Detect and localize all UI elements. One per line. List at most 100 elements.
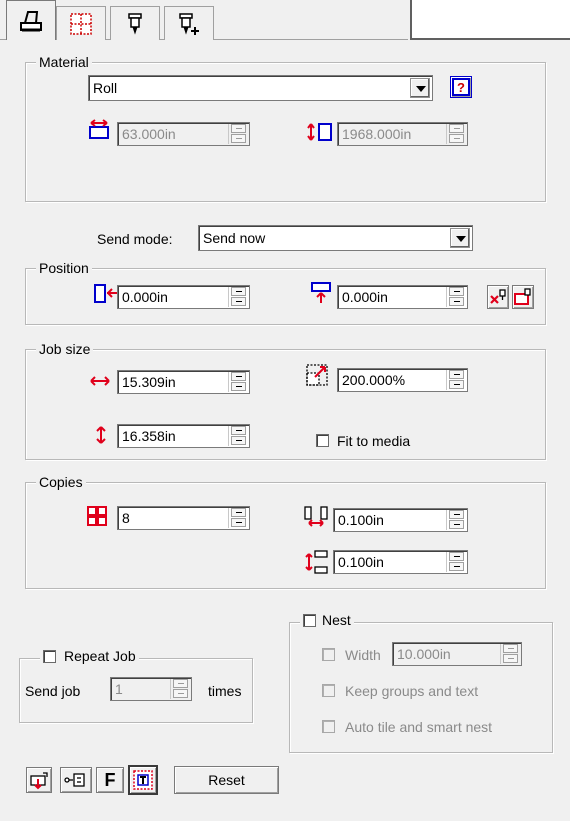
scale-value: 200.000% [342,372,406,388]
horizontal-spacing-value: 0.100in [338,512,384,528]
scale-icon [306,364,328,386]
position-x-stepper[interactable] [228,287,248,307]
send-to-cutter-button[interactable] [26,767,52,793]
media-length-value: 1968.000in [342,126,412,142]
vertical-spacing-value: 0.100in [338,554,384,570]
repeat-times-stepper [170,679,190,699]
svg-text:?: ? [457,80,465,95]
material-help-button[interactable]: ? [450,76,472,98]
preview-area [410,0,570,40]
font-button[interactable]: F [96,767,124,793]
repeat-job-label: Repeat Job [64,648,136,664]
cutter-tool-icon [128,12,142,35]
width-arrow-icon [90,376,110,386]
auto-tile-label: Auto tile and smart nest [345,719,493,735]
vertical-spacing-icon [305,550,328,574]
send-job-label: Send job [25,683,81,699]
reset-button-label: Reset [208,772,245,788]
material-title: Material [36,54,92,70]
nest-width-label: Width [345,647,381,663]
auto-tile-checkbox [322,720,335,733]
job-width-value: 15.309in [122,374,176,390]
horizontal-spacing-field[interactable]: 0.100in [333,508,468,532]
copies-count-stepper[interactable] [228,508,248,528]
job-height-field[interactable]: 16.358in [117,424,250,448]
horizontal-spacing-stepper[interactable] [446,510,466,530]
tab-cutter-add[interactable] [164,6,214,40]
job-height-value: 16.358in [122,428,176,444]
tab-printer-job[interactable] [6,0,56,40]
text-frame-button[interactable] [128,765,158,795]
media-width-stepper [228,124,248,144]
position-title: Position [36,260,92,276]
send-mode-value: Send now [203,230,266,246]
send-mode-label: Send mode: [97,231,173,247]
layout-grid-icon [70,12,92,35]
job-size-title: Job size [36,341,94,357]
font-button-label: F [104,769,116,790]
origin-position-button[interactable] [512,285,534,309]
height-arrow-icon [96,426,106,444]
keep-groups-label: Keep groups and text [345,683,479,699]
job-width-field[interactable]: 15.309in [117,370,250,394]
printer-job-icon [20,10,42,31]
vertical-spacing-stepper[interactable] [446,552,466,572]
media-length-icon [307,123,332,141]
position-y-icon [311,282,331,303]
material-select[interactable]: Roll [88,75,433,101]
repeat-times-value: 1 [115,681,123,697]
chevron-down-icon[interactable] [450,228,470,248]
repeat-times-field: 1 [110,677,192,701]
position-y-value: 0.000in [342,289,388,305]
text-frame-icon [133,770,153,790]
send-cutter-icon [30,772,48,790]
nest-width-value: 10.000in [397,646,451,662]
position-x-icon [94,284,117,303]
media-origin-icon [514,288,531,305]
reset-button[interactable]: Reset [174,766,279,794]
nest-header: Nest [300,612,354,628]
fit-to-media-label: Fit to media [337,433,411,449]
scale-field[interactable]: 200.000% [337,368,468,392]
connection-button[interactable] [60,767,92,793]
nest-label: Nest [322,612,351,628]
send-mode-select[interactable]: Send now [198,225,473,251]
usb-connection-icon [64,773,85,787]
tab-strip [0,0,570,40]
position-y-field[interactable]: 0.000in [337,285,468,309]
nest-width-field: 10.000in [392,642,522,666]
copies-title: Copies [36,474,86,490]
repeat-job-header: Repeat Job [40,648,139,664]
material-select-value: Roll [93,80,118,96]
repeat-job-checkbox[interactable] [43,649,56,663]
position-x-field[interactable]: 0.000in [117,285,250,309]
times-label: times [208,683,242,699]
keep-groups-checkbox [322,684,335,697]
copies-count-value: 8 [122,510,130,526]
media-length-stepper [446,124,466,144]
chevron-down-icon[interactable] [410,78,430,98]
media-length-field: 1968.000in [337,122,468,146]
position-x-value: 0.000in [122,289,168,305]
reset-position-button[interactable] [487,285,509,309]
job-width-stepper[interactable] [228,372,248,392]
copies-grid-icon [87,506,107,526]
media-width-icon [89,119,109,139]
fit-to-media-checkbox[interactable] [316,434,329,447]
tab-cutter[interactable] [110,6,160,40]
media-width-value: 63.000in [122,126,176,142]
nest-width-stepper [500,644,520,664]
nest-width-checkbox [322,648,335,661]
tab-layout[interactable] [56,6,106,40]
vertical-spacing-field[interactable]: 0.100in [333,550,468,574]
horizontal-spacing-icon [304,506,328,527]
scale-stepper[interactable] [446,370,466,390]
clear-position-icon [490,289,506,304]
help-icon: ? [452,78,470,96]
job-height-stepper[interactable] [228,426,248,446]
copies-count-field[interactable]: 8 [117,506,250,530]
nest-checkbox[interactable] [303,613,316,627]
media-width-field: 63.000in [117,122,250,146]
position-y-stepper[interactable] [446,287,466,307]
cutter-tool-add-icon [179,12,199,35]
